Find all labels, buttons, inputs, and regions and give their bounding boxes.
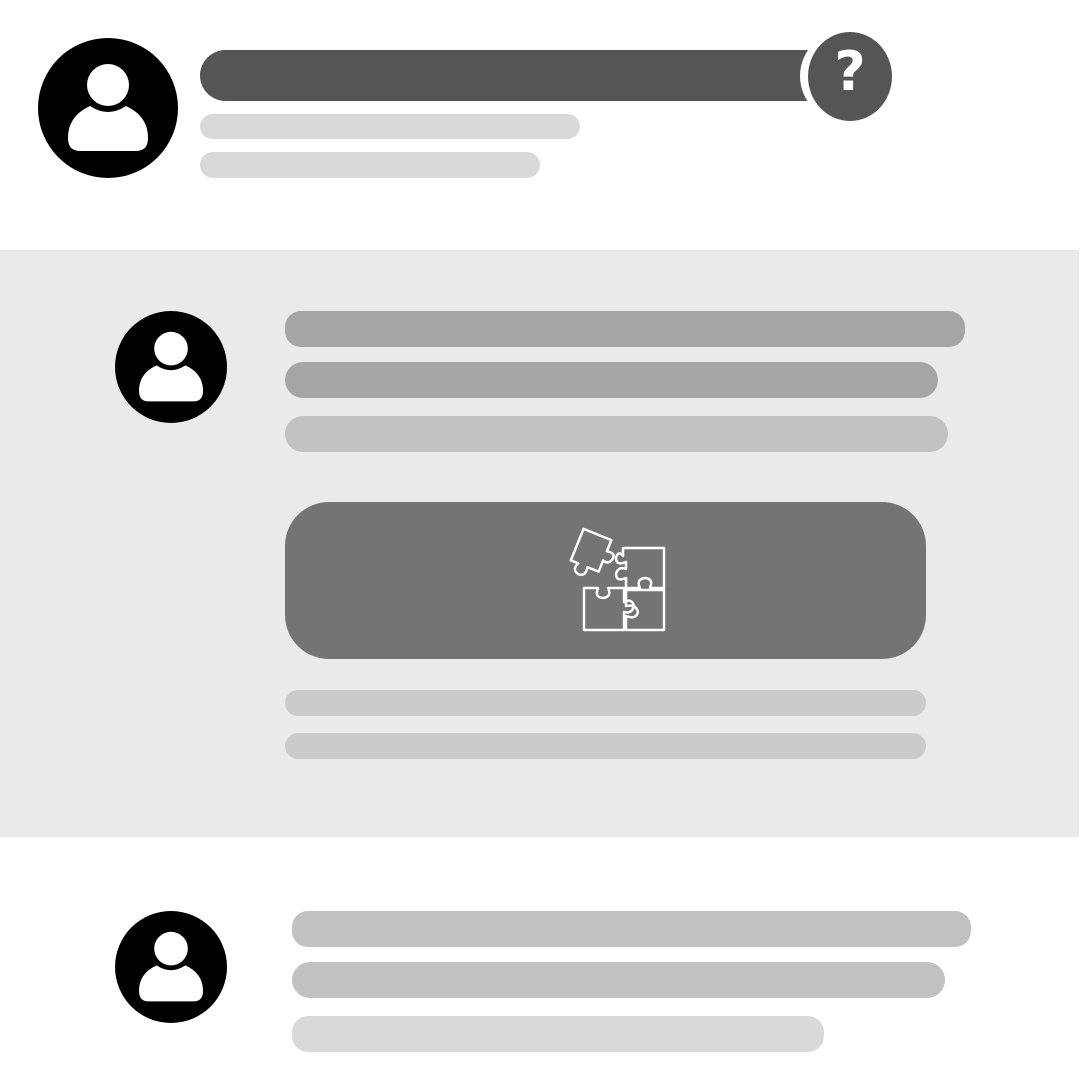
- reply-line-3: [292, 1016, 824, 1052]
- user-icon: [68, 64, 148, 151]
- reply-avatar: [115, 911, 227, 1023]
- question-mark-icon: ?: [834, 40, 866, 103]
- answer-avatar: [115, 311, 227, 423]
- question-title-placeholder: [200, 50, 860, 101]
- reply-line-1: [292, 911, 971, 947]
- reply-line-2: [292, 962, 945, 998]
- answer-line-1: [285, 311, 965, 347]
- answer-line-2: [285, 362, 938, 398]
- user-icon: [139, 331, 203, 402]
- card-caption-line-2: [285, 733, 926, 759]
- puzzle-pieces-icon: [569, 527, 666, 632]
- subtitle-placeholder-1: [200, 114, 580, 139]
- subtitle-placeholder-2: [200, 152, 540, 178]
- answer-line-3: [285, 416, 948, 452]
- user-icon: [139, 931, 203, 1002]
- card-caption-line-1: [285, 690, 926, 716]
- help-button[interactable]: ?: [808, 32, 892, 121]
- user-avatar: [38, 38, 178, 178]
